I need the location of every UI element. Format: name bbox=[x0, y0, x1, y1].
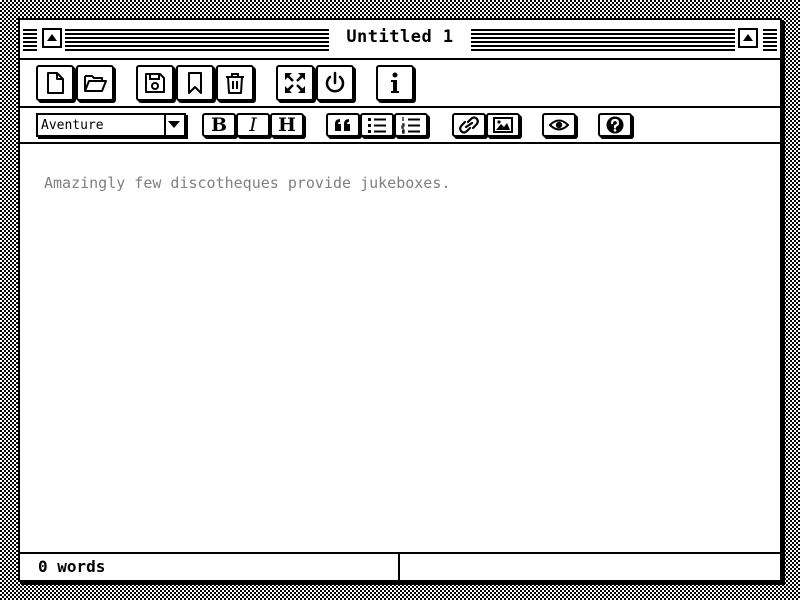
info-icon bbox=[391, 72, 399, 93]
font-select-value: Aventure bbox=[41, 118, 104, 133]
status-bar: 0 words bbox=[20, 552, 780, 580]
expand-arrows-icon bbox=[285, 73, 305, 93]
editor-placeholder: Amazingly few discotheques provide jukeb… bbox=[44, 174, 451, 192]
question-icon bbox=[606, 116, 624, 134]
main-toolbar bbox=[20, 60, 780, 108]
preview-button[interactable] bbox=[542, 113, 576, 137]
folder-open-icon bbox=[84, 75, 107, 92]
quit-button[interactable] bbox=[316, 65, 354, 101]
power-icon bbox=[325, 71, 345, 93]
link-button[interactable] bbox=[452, 113, 486, 137]
collapse-right-button[interactable] bbox=[738, 28, 758, 48]
heading-button[interactable]: H bbox=[270, 113, 304, 137]
italic-label: I bbox=[249, 114, 257, 136]
file-icon bbox=[47, 72, 64, 94]
editor-window: Untitled 1 Aventure B I H Amazingly few … bbox=[18, 18, 782, 582]
collapse-left-button[interactable] bbox=[42, 28, 62, 48]
list-bullet-icon bbox=[368, 118, 386, 133]
format-toolbar: Aventure B I H bbox=[20, 108, 780, 144]
status-left-panel: 0 words bbox=[20, 554, 400, 580]
bookmark-icon bbox=[188, 72, 202, 94]
bulleted-list-button[interactable] bbox=[360, 113, 394, 137]
chevron-down-icon[interactable] bbox=[164, 115, 184, 135]
quote-icon bbox=[335, 119, 350, 131]
bold-button[interactable]: B bbox=[202, 113, 236, 137]
title-bar-stripes bbox=[23, 29, 37, 51]
text-editor[interactable]: Amazingly few discotheques provide jukeb… bbox=[20, 144, 780, 552]
trash-icon bbox=[226, 73, 244, 94]
fullscreen-button[interactable] bbox=[276, 65, 314, 101]
window-title: Untitled 1 bbox=[346, 27, 454, 47]
word-count: 0 words bbox=[38, 557, 106, 576]
font-select[interactable]: Aventure bbox=[36, 113, 186, 137]
title-bar[interactable]: Untitled 1 bbox=[20, 20, 780, 60]
title-bar-stripes bbox=[763, 29, 777, 51]
title-bar-stripes bbox=[471, 29, 735, 51]
italic-button[interactable]: I bbox=[236, 113, 270, 137]
delete-button[interactable] bbox=[216, 65, 254, 101]
numbered-list-button[interactable] bbox=[394, 113, 428, 137]
bold-label: B bbox=[210, 114, 228, 136]
image-button[interactable] bbox=[486, 113, 520, 137]
open-folder-button[interactable] bbox=[76, 65, 114, 101]
heading-label: H bbox=[278, 114, 296, 136]
info-button[interactable] bbox=[376, 65, 414, 101]
link-icon bbox=[459, 116, 479, 134]
floppy-disk-icon bbox=[145, 73, 165, 93]
title-bar-stripes bbox=[65, 29, 329, 51]
save-button[interactable] bbox=[136, 65, 174, 101]
new-file-button[interactable] bbox=[36, 65, 74, 101]
image-icon bbox=[493, 117, 513, 133]
list-numbered-icon bbox=[401, 117, 420, 134]
quote-button[interactable] bbox=[326, 113, 360, 137]
eye-icon bbox=[549, 119, 569, 131]
help-button[interactable] bbox=[598, 113, 632, 137]
bookmark-button[interactable] bbox=[176, 65, 214, 101]
